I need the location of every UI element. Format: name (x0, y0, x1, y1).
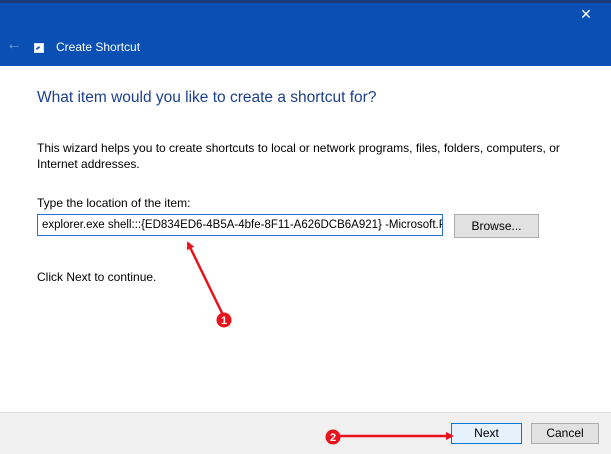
back-arrow-icon[interactable]: ← (6, 36, 24, 54)
browse-button[interactable]: Browse... (454, 214, 539, 238)
shortcut-app-icon (34, 43, 44, 53)
annotation-marker-1: 1 (216, 312, 232, 328)
title-bar: ← Create Shortcut ✕ (0, 0, 611, 66)
wizard-description: This wizard helps you to create shortcut… (37, 141, 560, 171)
page-heading: What item would you like to create a sho… (37, 89, 377, 106)
title-bar-top-edge (0, 0, 611, 3)
close-icon[interactable]: ✕ (576, 4, 596, 24)
continue-hint: Click Next to continue. (37, 270, 157, 284)
location-input[interactable]: explorer.exe shell:::{ED834ED6-4B5A-4bfe… (37, 214, 443, 236)
annotation-arrow-1 (186, 241, 224, 314)
svg-text:1: 1 (221, 315, 227, 327)
cancel-button[interactable]: Cancel (531, 423, 599, 444)
window-title: Create Shortcut (56, 40, 141, 54)
location-label: Type the location of the item: (37, 196, 191, 210)
next-button[interactable]: Next (451, 423, 522, 444)
